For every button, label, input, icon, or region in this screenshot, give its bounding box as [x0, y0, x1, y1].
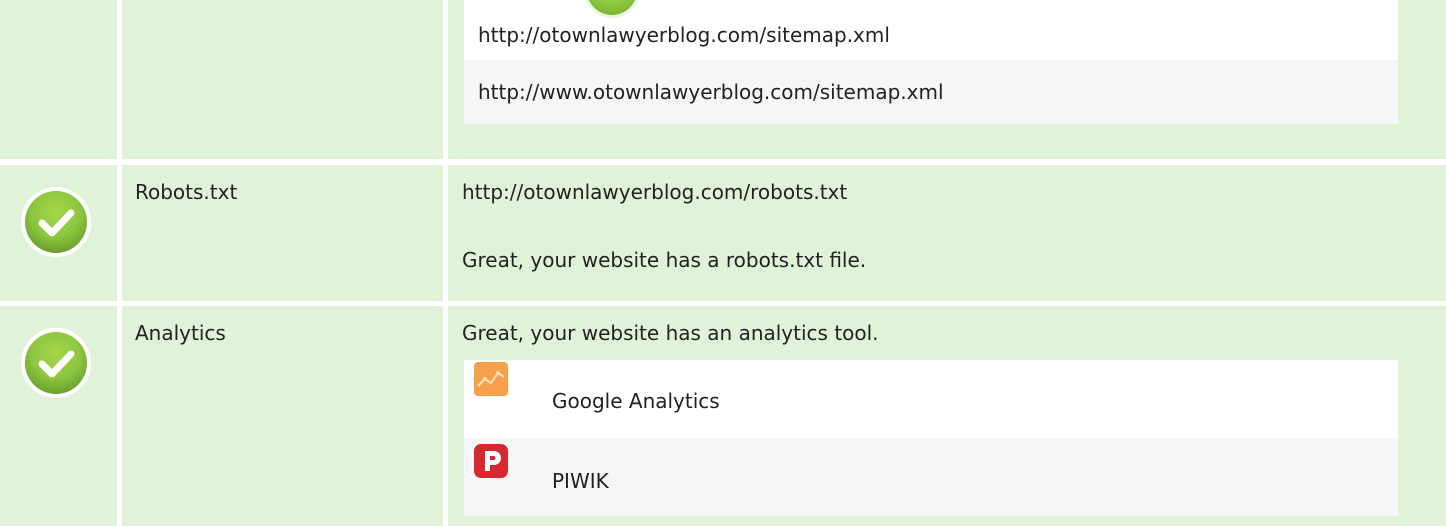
sitemap-status-cell: [0, 0, 117, 159]
sitemap-row: http://otownlawyerblog.com/sitemap.xml h…: [0, 0, 1446, 159]
analytics-label: Analytics: [135, 321, 226, 345]
analytics-status-cell: [0, 306, 117, 526]
list-item: PIWIK: [464, 438, 1398, 516]
robots-label: Robots.txt: [135, 180, 238, 204]
sitemap-list: http://otownlawyerblog.com/sitemap.xml h…: [464, 0, 1398, 124]
robots-row: Robots.txt http://otownlawyerblog.com/ro…: [0, 165, 1446, 301]
list-item: http://www.otownlawyerblog.com/sitemap.x…: [464, 60, 1398, 124]
analytics-value-cell: Great, your website has an analytics too…: [448, 306, 1446, 526]
check-circle-icon: [21, 187, 91, 257]
robots-message: Great, your website has a robots.txt fil…: [462, 248, 867, 272]
sitemap-value-cell: http://otownlawyerblog.com/sitemap.xml h…: [448, 0, 1446, 159]
check-circle-icon: [21, 328, 91, 398]
sitemap-url[interactable]: http://www.otownlawyerblog.com/sitemap.x…: [478, 79, 944, 105]
analytics-tool-name: Google Analytics: [552, 389, 720, 413]
analytics-row: Analytics Great, your website has an ana…: [0, 306, 1446, 526]
analytics-message: Great, your website has an analytics too…: [462, 321, 879, 345]
analytics-tools-list: Google Analytics PIWIK: [464, 360, 1398, 516]
robots-url[interactable]: http://otownlawyerblog.com/robots.txt: [462, 179, 847, 205]
robots-value-cell: http://otownlawyerblog.com/robots.txt Gr…: [448, 165, 1446, 301]
sitemap-label-cell: [122, 0, 443, 159]
piwik-icon: [474, 444, 508, 478]
robots-label-cell: Robots.txt: [122, 165, 443, 301]
robots-status-cell: [0, 165, 117, 301]
sitemap-url[interactable]: http://otownlawyerblog.com/sitemap.xml: [478, 22, 890, 48]
analytics-label-cell: Analytics: [122, 306, 443, 526]
list-item: Google Analytics: [464, 360, 1398, 438]
analytics-tool-name: PIWIK: [552, 469, 609, 493]
google-analytics-icon: [474, 362, 508, 396]
